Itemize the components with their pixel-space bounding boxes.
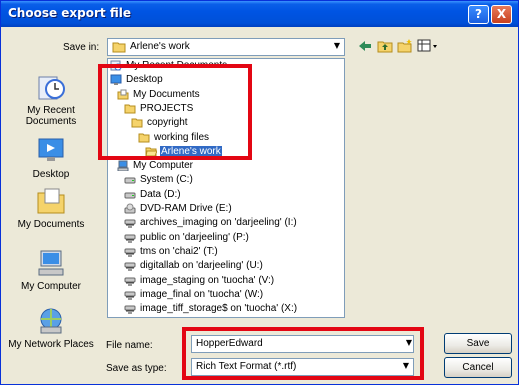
dvd-drive-icon: [124, 203, 136, 214]
place-label: My Documents: [17, 219, 85, 230]
network-drive-icon: [124, 291, 136, 300]
network-drive-icon: [124, 305, 136, 314]
recent-documents-icon: [38, 76, 65, 100]
cancel-button[interactable]: Cancel: [444, 357, 512, 378]
save-in-combo[interactable]: Arlene's work ▼: [107, 38, 345, 56]
dropdown-item-label: copyright: [147, 117, 188, 129]
folder-open-icon: [145, 147, 157, 157]
place-label: My Recent Documents: [25, 105, 77, 127]
save-in-value: Arlene's work: [130, 41, 190, 52]
dropdown-item-label: My Computer: [133, 160, 194, 172]
dropdown-item-label: public on 'darjeeling' (P:): [140, 231, 249, 243]
chevron-down-icon[interactable]: ▼: [406, 338, 412, 347]
drive-icon: [124, 192, 136, 199]
network-drive-icon: [124, 234, 136, 243]
place-label: My Network Places: [8, 339, 94, 350]
dropdown-item-label: Data (D:): [140, 188, 181, 200]
my-documents-icon: [117, 89, 129, 100]
my-documents-icon: [37, 188, 65, 214]
my-computer-icon: [117, 160, 129, 172]
network-drive-icon: [124, 262, 136, 271]
file-name-value: HopperEdward: [196, 338, 263, 349]
recent-documents-icon: [110, 60, 122, 71]
network-drive-icon: [124, 248, 136, 257]
dropdown-item-label: digitallab on 'darjeeling' (U:): [140, 260, 263, 272]
file-name-field[interactable]: HopperEdward ▼: [191, 335, 414, 353]
dropdown-item-label: image_staging on 'tuocha' (V:): [140, 274, 275, 286]
dropdown-item-label: Desktop: [126, 74, 163, 86]
close-button[interactable]: X: [491, 5, 512, 24]
views-menu-icon[interactable]: [417, 38, 439, 54]
dropdown-item-label: tms on 'chai2' (T:): [140, 245, 218, 257]
folder-icon: [138, 133, 150, 142]
dropdown-item-label: working files: [154, 131, 210, 143]
save-as-type-value: Rich Text Format (*.rtf): [196, 361, 297, 372]
my-computer-icon: [38, 250, 64, 276]
dropdown-item-label: image_tiff_storage$ on 'tuocha' (X:): [140, 303, 298, 315]
file-name-label: File name:: [106, 340, 153, 351]
place-my-documents[interactable]: My Documents: [7, 185, 95, 230]
save-button[interactable]: Save: [444, 333, 512, 354]
place-recent-documents[interactable]: My Recent Documents: [7, 71, 95, 127]
export-dialog: Choose export file ? X Save in: Arlene's…: [0, 0, 519, 385]
drive-icon: [124, 177, 136, 184]
dropdown-item-label: Arlene's work: [160, 145, 222, 158]
folder-icon: [112, 42, 126, 53]
desktop-icon: [110, 74, 122, 86]
folder-icon: [124, 104, 136, 114]
dropdown-item-label: System (C:): [140, 174, 193, 186]
network-drive-icon: [124, 219, 136, 228]
folder-icon: [131, 118, 143, 128]
dropdown-item-label: DVD-RAM Drive (E:): [140, 203, 232, 214]
dropdown-item-label: archives_imaging on 'darjeeling' (I:): [140, 217, 297, 229]
place-label: Desktop: [32, 169, 70, 180]
place-network-places[interactable]: My Network Places: [7, 305, 95, 350]
dialog-title: Choose export file: [8, 6, 131, 20]
help-button[interactable]: ?: [468, 5, 489, 24]
dropdown-item-label: My Recent Documents: [126, 60, 228, 71]
chevron-down-icon[interactable]: ▼: [399, 359, 413, 375]
place-my-computer[interactable]: My Computer: [7, 247, 95, 292]
dropdown-item-label: image_final on 'tuocha' (W:): [140, 288, 264, 300]
dropdown-item-label: My Documents: [133, 88, 200, 100]
title-bar[interactable]: Choose export file ? X: [1, 1, 518, 27]
save-in-dropdown-list[interactable]: My Recent Documents Desktop My Documents PR…: [107, 58, 345, 318]
desktop-icon: [38, 138, 64, 161]
up-folder-icon[interactable]: [377, 38, 393, 54]
new-folder-icon[interactable]: [397, 38, 413, 54]
place-label: My Computer: [20, 281, 81, 292]
chevron-down-icon[interactable]: ▼: [330, 39, 344, 55]
save-as-type-select[interactable]: Rich Text Format (*.rtf) ▼: [191, 358, 414, 376]
place-desktop[interactable]: Desktop: [7, 135, 95, 180]
places-bar: My Recent Documents Desktop My Documents: [7, 61, 95, 379]
dropdown-item-label: PROJECTS: [140, 102, 194, 114]
save-in-label: Save in:: [63, 42, 100, 53]
network-drive-icon: [124, 277, 136, 285]
back-icon[interactable]: [357, 38, 373, 54]
network-places-icon: [40, 308, 62, 334]
save-as-type-label: Save as type:: [106, 363, 167, 374]
